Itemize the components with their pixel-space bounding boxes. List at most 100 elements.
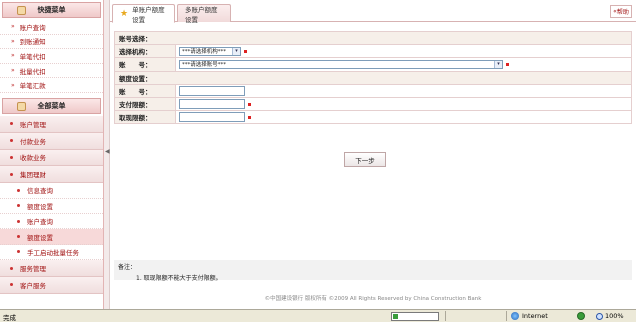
bullet-icon bbox=[17, 188, 20, 192]
progress-bar bbox=[391, 312, 439, 321]
menu-label: 账户管理 bbox=[20, 120, 46, 129]
quick-item-single-debit[interactable]: » 单笔代扣 bbox=[0, 49, 103, 64]
section-quota-setting: 额度设置： bbox=[114, 70, 632, 85]
acct-no-label: 账 号： bbox=[114, 83, 176, 98]
pay-limit-label: 支付限额： bbox=[114, 96, 176, 112]
help-label: 帮助 bbox=[616, 9, 629, 16]
folder-icon bbox=[17, 6, 26, 15]
quick-item-label: 单笔代扣 bbox=[19, 52, 46, 61]
sidebar: 快捷菜单 » 账户查询 » 到账通知 » 单笔代扣 » 批量代扣 » 单笔汇款 全部菜单 … bbox=[0, 0, 104, 309]
menu-customer-service[interactable]: 客户服务 bbox=[0, 276, 103, 294]
menu-collection[interactable]: 收款业务 bbox=[0, 149, 103, 167]
bullet-icon bbox=[10, 139, 13, 143]
quota-form: 账号选择： 选择机构： ***请选择机构*** ▾ 账 号： ***请选择账号*… bbox=[114, 30, 632, 125]
required-marker bbox=[244, 49, 247, 53]
submenu-label: 手工启动批量任务 bbox=[27, 248, 79, 257]
account-label: 账 号： bbox=[114, 57, 176, 72]
notes-line: 1. 取现限额不能大于支付限额。 bbox=[136, 275, 222, 282]
quick-item-arrival-notice[interactable]: » 到账通知 bbox=[0, 35, 103, 50]
browser-status-bar: 完成 Internet 100% bbox=[0, 309, 636, 322]
menu-service-management[interactable]: 服务管理 bbox=[0, 260, 103, 277]
help-button[interactable]: «帮助 bbox=[610, 5, 632, 18]
account-select-value: ***请选择账号*** bbox=[182, 62, 227, 69]
quick-item-label: 批量代扣 bbox=[19, 67, 46, 76]
full-menu-title: 全部菜单 bbox=[37, 101, 66, 110]
full-menu-header: 全部菜单 bbox=[2, 97, 101, 114]
notes-title: 备注： bbox=[118, 264, 137, 271]
tab-multi-account-quota[interactable]: 多账户额度设置 bbox=[177, 4, 231, 24]
quick-menu-header: 快捷菜单 bbox=[2, 2, 101, 18]
tab-label: 单账户额度设置 bbox=[132, 5, 165, 24]
star-icon: ★ bbox=[120, 8, 129, 19]
zoom-control[interactable]: 100% bbox=[596, 312, 624, 320]
tab-bar: ★ 单账户额度设置 多账户额度设置 «帮助 bbox=[110, 0, 636, 24]
globe-icon bbox=[511, 312, 519, 320]
submenu-quota-setting-active[interactable]: 额度设置 bbox=[0, 229, 103, 245]
institution-select[interactable]: ***请选择机构*** ▾ bbox=[179, 46, 241, 56]
submenu-quota-setting[interactable]: 额度设置 bbox=[0, 198, 103, 214]
progress-fill bbox=[393, 314, 398, 319]
bullet-icon bbox=[17, 204, 20, 208]
submenu-label: 信息查询 bbox=[27, 187, 53, 196]
copyright-footer: ©中国建设银行 版权所有 ©2009 All Rights Reserved b… bbox=[264, 296, 482, 302]
bullet-icon bbox=[10, 155, 13, 159]
double-arrow-icon: » bbox=[11, 67, 15, 75]
folder-icon bbox=[17, 101, 26, 111]
magnifier-icon bbox=[596, 312, 603, 320]
pay-limit-field[interactable] bbox=[179, 99, 245, 110]
institution-label: 选择机构： bbox=[114, 44, 176, 59]
submenu-label: 额度设置 bbox=[27, 233, 53, 242]
notes-panel: 备注： 1. 取现限额不能大于支付限额。 bbox=[114, 260, 632, 282]
bullet-icon bbox=[10, 283, 13, 287]
status-text: 完成 bbox=[3, 314, 16, 322]
required-marker bbox=[248, 115, 251, 119]
account-select[interactable]: ***请选择账号*** ▾ bbox=[179, 59, 503, 69]
submenu-label: 额度设置 bbox=[27, 202, 53, 211]
separator bbox=[506, 311, 507, 321]
protected-mode-icon[interactable] bbox=[577, 312, 585, 320]
menu-label: 付款业务 bbox=[20, 137, 46, 146]
submenu-manual-batch[interactable]: 手工启动批量任务 bbox=[0, 244, 103, 261]
submenu-info-query[interactable]: 信息查询 bbox=[0, 183, 103, 199]
withdraw-limit-label: 取现限额： bbox=[114, 110, 176, 125]
quick-menu-title: 快捷菜单 bbox=[37, 6, 66, 14]
bullet-icon bbox=[10, 172, 13, 176]
bullet-icon bbox=[17, 235, 20, 239]
collapse-arrow-icon[interactable]: ◀ bbox=[105, 148, 110, 155]
next-step-button[interactable]: 下一步 bbox=[344, 152, 386, 167]
bullet-icon bbox=[17, 219, 20, 223]
quick-item-single-remit[interactable]: » 单笔汇款 bbox=[0, 78, 103, 93]
account-number-field[interactable] bbox=[179, 85, 245, 96]
separator bbox=[445, 311, 446, 321]
main-content: ★ 单账户额度设置 多账户额度设置 «帮助 账号选择： 选择机构： ***请选择… bbox=[110, 0, 636, 309]
submenu-account-query[interactable]: 账户查询 bbox=[0, 213, 103, 230]
double-arrow-icon: » bbox=[11, 81, 15, 89]
institution-select-value: ***请选择机构*** bbox=[182, 49, 227, 56]
double-arrow-icon: » bbox=[11, 52, 15, 60]
quick-item-label: 到账通知 bbox=[19, 38, 46, 47]
quick-item-batch-debit[interactable]: » 批量代扣 bbox=[0, 64, 103, 79]
quick-item-account-query[interactable]: » 账户查询 bbox=[0, 20, 103, 35]
menu-label: 收款业务 bbox=[20, 154, 46, 163]
menu-label: 集团理财 bbox=[20, 171, 46, 180]
menu-account-management[interactable]: 账户管理 bbox=[0, 115, 103, 133]
chevron-down-icon: ▾ bbox=[494, 60, 502, 68]
zoom-level: 100% bbox=[605, 312, 624, 320]
menu-label: 客户服务 bbox=[20, 281, 46, 290]
quick-item-label: 账户查询 bbox=[19, 23, 46, 32]
bullet-icon bbox=[10, 266, 13, 270]
menu-group-finance[interactable]: 集团理财 bbox=[0, 166, 103, 184]
bullet-icon bbox=[17, 250, 20, 254]
tab-label: 多账户额度设置 bbox=[185, 5, 218, 24]
required-marker bbox=[248, 102, 251, 106]
quick-item-label: 单笔汇款 bbox=[19, 82, 46, 91]
menu-payment[interactable]: 付款业务 bbox=[0, 132, 103, 150]
submenu-label: 账户查询 bbox=[27, 218, 53, 227]
tab-single-account-quota[interactable]: ★ 单账户额度设置 bbox=[112, 4, 175, 24]
security-zone[interactable]: Internet bbox=[511, 312, 548, 320]
required-marker bbox=[506, 62, 509, 66]
section-account-select: 账号选择： bbox=[114, 30, 632, 46]
withdraw-limit-field[interactable] bbox=[179, 112, 245, 123]
menu-label: 服务管理 bbox=[20, 265, 46, 273]
chevron-down-icon: ▾ bbox=[232, 47, 240, 55]
